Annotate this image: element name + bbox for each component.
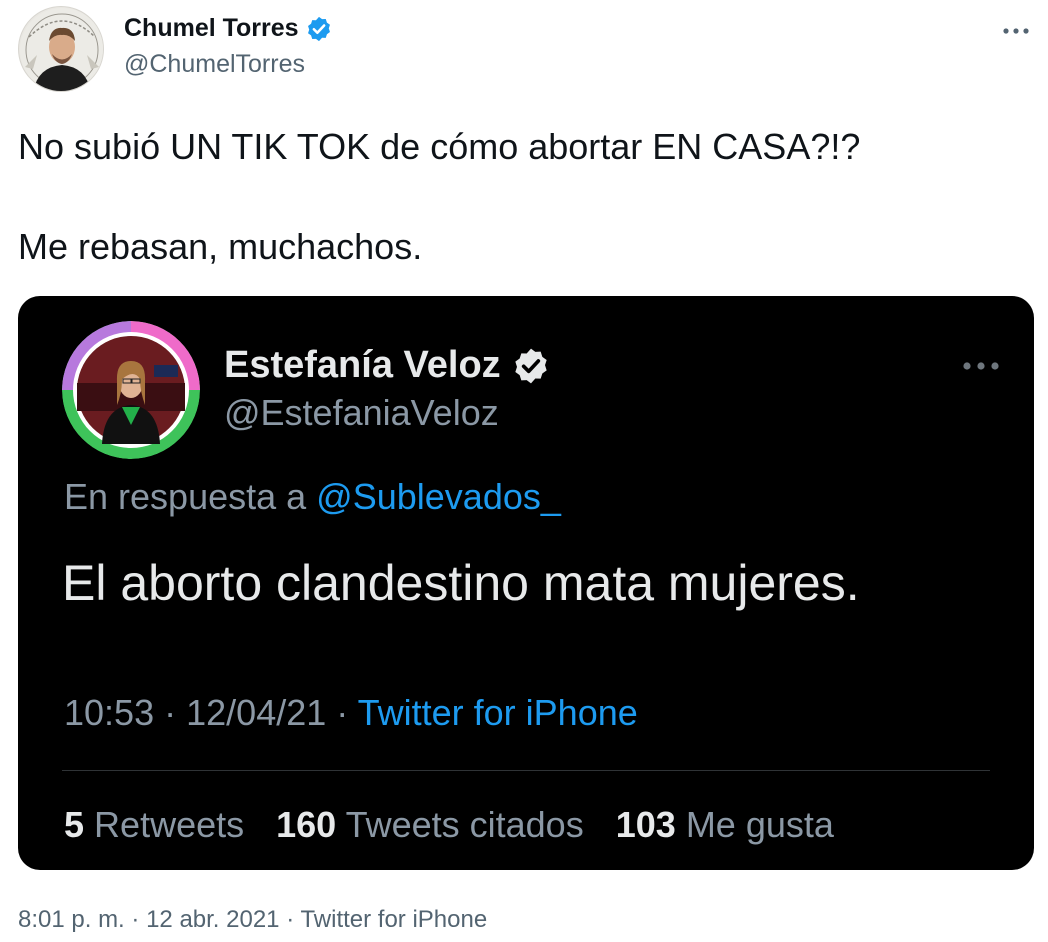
quoted-author-name-text: Estefanía Veloz — [224, 344, 501, 386]
author-handle[interactable]: @ChumelTorres — [124, 50, 305, 79]
quoted-verified-badge-icon — [515, 348, 547, 383]
quoted-tweet-time: 10:53 — [64, 692, 155, 733]
tweet-source-link[interactable]: Twitter for iPhone — [300, 906, 487, 933]
meta-separator: · — [164, 692, 177, 733]
quoted-tweet-image[interactable]: Estefanía Veloz @EstefaniaVeloz En respu… — [18, 296, 1034, 870]
quoted-tweet-stats: 5 Retweets 160 Tweets citados 103 Me gus… — [64, 804, 834, 846]
quoted-author-handle[interactable]: @EstefaniaVeloz — [224, 392, 499, 434]
author-display-name[interactable]: Chumel Torres — [124, 14, 333, 43]
tweet-time-link[interactable]: 8:01 p. m. — [18, 906, 125, 933]
quoted-more-options-icon — [963, 362, 999, 370]
quote-tweets-label: Tweets citados — [345, 804, 584, 845]
reply-context: En respuesta a @Sublevados_ — [64, 476, 561, 518]
reply-prefix: En respuesta a — [64, 476, 307, 517]
profile-photo-icon — [20, 8, 103, 91]
tweet-text-line-2: Me rebasan, muchachos. — [18, 226, 423, 267]
quoted-author-avatar[interactable] — [62, 321, 200, 459]
likes-label: Me gusta — [685, 804, 834, 845]
author-name-text: Chumel Torres — [124, 14, 299, 42]
author-avatar[interactable] — [18, 6, 104, 92]
retweets-count: 5 — [64, 804, 85, 845]
tweet-date-link[interactable]: 12 abr. 2021 — [146, 906, 279, 933]
tweet-footer-meta: 8:01 p. m. · 12 abr. 2021 · Twitter for … — [18, 906, 487, 934]
footer-separator: · — [131, 906, 140, 933]
tweet-text-line-1: No subió UN TIK TOK de cómo abortar EN C… — [18, 126, 861, 167]
quoted-divider — [62, 770, 990, 771]
verified-badge-icon — [307, 16, 330, 41]
quoted-tweet-date: 12/04/21 — [186, 692, 327, 733]
quoted-tweet-source-link: Twitter for iPhone — [357, 692, 638, 733]
footer-separator: · — [286, 906, 295, 933]
quote-tweets-count: 160 — [276, 804, 337, 845]
more-options-icon[interactable] — [998, 16, 1034, 46]
likes-count: 103 — [615, 804, 676, 845]
retweets-label: Retweets — [94, 804, 245, 845]
quoted-profile-photo-icon — [62, 321, 200, 459]
meta-separator: · — [336, 692, 349, 733]
quoted-tweet-meta: 10:53 · 12/04/21 · Twitter for iPhone — [64, 692, 638, 734]
quoted-author-display-name[interactable]: Estefanía Veloz — [224, 344, 551, 387]
reply-mention-link[interactable]: @Sublevados_ — [316, 476, 561, 517]
quoted-tweet-text: El aborto clandestino mata mujeres. — [62, 555, 860, 611]
